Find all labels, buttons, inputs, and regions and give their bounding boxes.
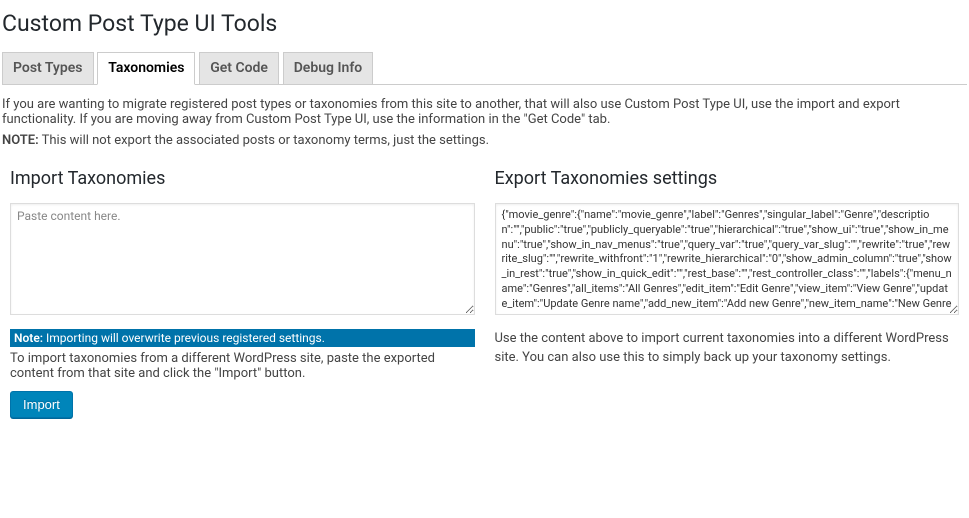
tab-debug-info[interactable]: Debug Info [283,52,374,85]
tab-get-code[interactable]: Get Code [199,52,279,85]
export-textarea[interactable] [495,203,960,315]
import-warning-text: Importing will overwrite previous regist… [43,331,325,345]
tab-post-types[interactable]: Post Types [2,52,94,85]
import-button[interactable]: Import [10,391,73,418]
tab-navigation: Post Types Taxonomies Get Code Debug Inf… [2,43,967,85]
import-warning: Note: Importing will overwrite previous … [10,329,475,347]
import-column: Import Taxonomies Note: Importing will o… [10,168,475,418]
import-heading: Import Taxonomies [10,168,475,193]
export-heading: Export Taxonomies settings [495,168,960,193]
import-warning-label: Note: [14,331,43,345]
migration-note: If you are wanting to migrate registered… [2,97,967,127]
export-instruction: Use the content above to import current … [495,329,960,368]
note-text: This will not export the associated post… [39,133,489,148]
import-textarea[interactable] [10,203,475,315]
tab-taxonomies[interactable]: Taxonomies [97,52,195,85]
import-instruction: To import taxonomies from a different Wo… [10,351,475,381]
columns-container: Import Taxonomies Note: Importing will o… [2,168,967,418]
page-title: Custom Post Type UI Tools [2,0,967,43]
note-label: NOTE: [2,133,39,148]
note-line: NOTE: This will not export the associate… [2,133,967,148]
export-column: Export Taxonomies settings Use the conte… [495,168,960,418]
